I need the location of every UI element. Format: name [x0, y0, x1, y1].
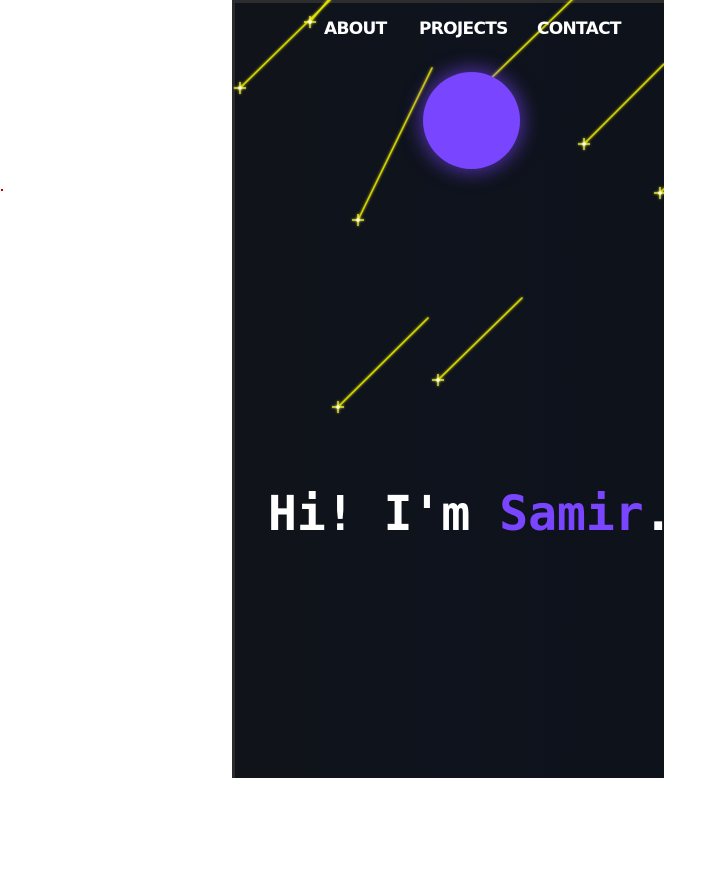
nav-link-about[interactable]: ABOUT — [324, 17, 387, 41]
greeting-name: Samir — [499, 486, 644, 543]
meteor-head — [582, 142, 586, 146]
meteor-head — [436, 378, 440, 382]
meteor-trail — [659, 187, 664, 194]
meteor-trail — [337, 317, 429, 408]
meteor-trail — [583, 63, 664, 145]
meteor-star — [578, 138, 590, 150]
nav-link-contact[interactable]: CONTACT — [537, 17, 621, 41]
meteor-trail — [239, 0, 331, 89]
meteor-star — [654, 187, 664, 199]
meteor-star — [432, 374, 444, 386]
meteor-head — [658, 191, 662, 195]
meteor-star — [332, 401, 344, 413]
meteor-star — [352, 214, 364, 226]
main-nav: ABOUT PROJECTS CONTACT — [232, 17, 664, 41]
greeting-prefix: Hi! I'm — [268, 486, 500, 543]
meteor-head — [336, 405, 340, 409]
meteor-trail — [357, 67, 433, 221]
meteor-trail — [437, 297, 523, 381]
page-viewport: ABOUT PROJECTS CONTACT Hi! I'm Samir. — [232, 0, 664, 778]
moon-orb — [423, 72, 520, 169]
stray-red-dot — [1, 189, 3, 191]
hero-greeting: Hi! I'm Samir. — [268, 484, 664, 544]
meteor-star — [234, 82, 246, 94]
greeting-suffix: . — [644, 486, 664, 542]
nav-link-projects[interactable]: PROJECTS — [419, 17, 508, 41]
meteor-head — [356, 218, 360, 222]
meteor-head — [238, 86, 242, 90]
